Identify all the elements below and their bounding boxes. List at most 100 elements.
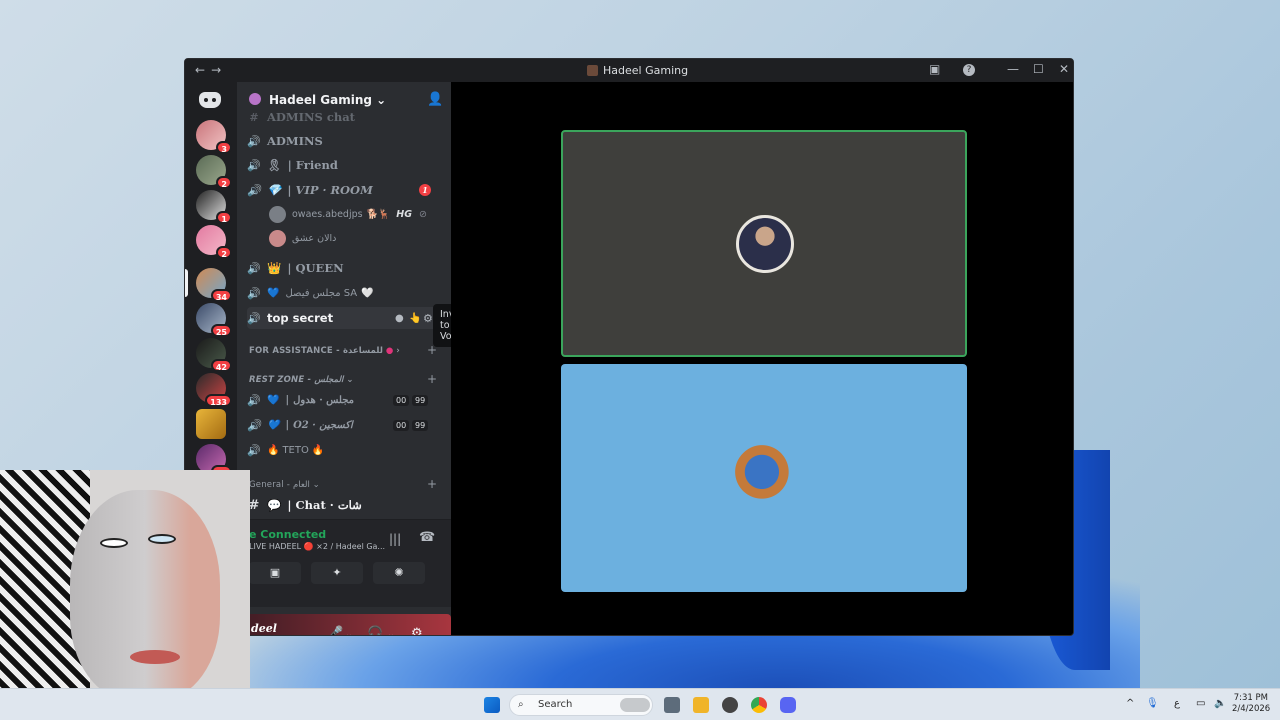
speaker-locked-icon: 🔊 xyxy=(247,158,261,172)
nav-arrows[interactable]: ←→ xyxy=(195,63,227,77)
add-channel-icon[interactable]: + xyxy=(427,372,437,386)
headphones-icon[interactable]: 🎧 xyxy=(367,626,383,635)
participant-avatar xyxy=(736,215,794,273)
noise-suppression-icon[interactable]: ||| xyxy=(389,532,401,546)
search-highlight-icon xyxy=(620,698,650,712)
speaker-locked-icon: 🔊 xyxy=(247,286,261,300)
forward-arrow-icon[interactable]: → xyxy=(211,63,227,77)
channel-admins-chat[interactable]: # ADMINS chat xyxy=(247,110,443,124)
app-icon[interactable] xyxy=(722,697,738,713)
channel-vip-room[interactable]: 🔊 💎 | VIP · ROOM 1 xyxy=(247,179,443,201)
inbox-icon[interactable]: ▣ xyxy=(929,62,940,76)
user-panel: deel voice 🎤 ⌄ 🎧 ⌄ ⚙ xyxy=(237,614,451,635)
fire-icon: 🔥 xyxy=(311,444,325,456)
fire-icon: 🔥 xyxy=(267,444,280,456)
dot-icon: ● xyxy=(385,346,394,356)
title-bar: ←→ Hadeel Gaming ▣ ? — ☐ ✕ xyxy=(185,59,1073,82)
task-view-icon[interactable] xyxy=(664,697,680,713)
speech-bubble-icon: 💬 xyxy=(267,498,282,512)
file-explorer-icon[interactable] xyxy=(693,697,709,713)
server-badge: 34 xyxy=(210,289,232,302)
chevron-up-icon[interactable]: ^ xyxy=(1126,698,1134,709)
server-name: Hadeel Gaming ⌄ xyxy=(269,93,387,107)
chrome-icon[interactable] xyxy=(751,697,767,713)
activities-icon: ✦ xyxy=(332,566,342,579)
voice-channel-name[interactable]: LIVE HADEEL 🔴 ×2 / Hadeel Ga... xyxy=(249,542,385,551)
help-icon[interactable]: ? xyxy=(963,64,975,76)
server-item-active[interactable]: 34 xyxy=(196,268,232,302)
user-limit: 99 xyxy=(412,395,429,406)
add-channel-icon[interactable]: + xyxy=(427,477,437,491)
chat-icon[interactable]: ● xyxy=(395,313,404,324)
category-rest-zone[interactable]: REST ZONE - المجلس ⌄ xyxy=(249,375,354,385)
volume-icon[interactable]: 🔈 xyxy=(1214,698,1226,709)
language-indicator[interactable]: ع xyxy=(1174,698,1180,709)
invite-people-icon[interactable]: 👤 xyxy=(427,92,443,107)
channel-admins[interactable]: 🔊 ADMINS xyxy=(247,130,443,152)
channel-majlis-faisal[interactable]: 🔊 💙 مجلس فيصل SA 🤍 xyxy=(247,282,443,304)
settings-gear-icon[interactable]: ⚙ xyxy=(411,626,423,635)
server-item[interactable]: 42 xyxy=(196,338,232,372)
channel-top-secret[interactable]: 🔊 top secret ● 👆 ⚙ xyxy=(247,307,443,329)
face xyxy=(70,490,220,700)
network-icon[interactable]: ▭ xyxy=(1196,698,1205,709)
close-button[interactable]: ✕ xyxy=(1059,62,1069,76)
minimize-button[interactable]: — xyxy=(1007,62,1019,76)
microphone-icon[interactable]: 🎙 xyxy=(1146,698,1159,709)
user-tag: HG xyxy=(396,208,412,220)
eye xyxy=(100,538,128,548)
channel-chat[interactable]: # 💬 | Chat · شات xyxy=(247,494,443,516)
system-clock[interactable]: 7:31 PM 2/4/2026 xyxy=(1232,693,1270,715)
invite-icon[interactable]: 👆 xyxy=(409,313,421,324)
server-icon xyxy=(587,65,598,76)
settings-gear-icon[interactable]: ⚙ xyxy=(423,312,433,325)
channel-queen[interactable]: 🔊 👑 | QUEEN xyxy=(247,257,443,279)
video-tile[interactable] xyxy=(561,364,967,592)
server-item[interactable] xyxy=(196,409,226,439)
voice-connection-panel: e Connected LIVE HADEEL 🔴 ×2 / Hadeel Ga… xyxy=(237,519,451,607)
video-tile-speaking[interactable] xyxy=(561,130,967,357)
server-item[interactable]: 2 xyxy=(196,155,232,189)
server-item[interactable]: 1 xyxy=(196,190,232,224)
chevron-down-icon[interactable]: ⌄ xyxy=(387,630,395,635)
back-arrow-icon[interactable]: ← xyxy=(195,63,211,77)
server-badge: 25 xyxy=(210,324,232,337)
category-assistance[interactable]: FOR ASSISTANCE - للمساعدة ● › xyxy=(249,346,400,356)
search-placeholder: Search xyxy=(538,699,573,710)
channel-friend[interactable]: 🔊 🎗 | Friend xyxy=(247,154,443,176)
soundboard-button[interactable]: ✺ xyxy=(373,562,425,584)
server-icon xyxy=(249,93,261,105)
server-item[interactable]: 25 xyxy=(196,303,232,337)
crown-icon: 👑 xyxy=(267,261,282,275)
server-item[interactable]: 133 xyxy=(196,373,232,407)
category-general[interactable]: General - العام ⌄ xyxy=(249,480,320,490)
activities-button[interactable]: ✦ xyxy=(311,562,363,584)
muted-icon: ⊘ xyxy=(419,208,427,220)
server-item[interactable]: 2 xyxy=(196,225,232,259)
microphone-icon[interactable]: 🎤 xyxy=(327,626,343,635)
username[interactable]: deel xyxy=(251,622,277,635)
selected-server-indicator xyxy=(185,269,188,297)
screen-share-button[interactable]: ▣ xyxy=(249,562,301,584)
window-title-text: Hadeel Gaming xyxy=(603,64,689,77)
server-badge: 1 xyxy=(216,211,232,224)
disconnect-icon[interactable]: ☎ xyxy=(419,530,435,545)
server-badge: 3 xyxy=(216,141,232,154)
voice-user-dalan[interactable]: دالان عشق xyxy=(269,228,336,248)
invite-tooltip: Invite to Voice xyxy=(433,304,451,347)
user-count: 00 xyxy=(393,420,410,431)
server-item[interactable]: 3 xyxy=(196,120,232,154)
ribbon-icon: 🎗 xyxy=(267,158,282,172)
taskbar-search[interactable]: ⌕ Search xyxy=(509,694,653,716)
server-badge: 42 xyxy=(210,359,232,372)
discord-icon[interactable] xyxy=(780,697,796,713)
chevron-down-icon[interactable]: ⌄ xyxy=(345,630,353,635)
user-count: 00 xyxy=(393,395,410,406)
server-badge: 2 xyxy=(216,176,232,189)
voice-user-owaes[interactable]: owaes.abedjps 🐕🦌 HG ⊘ xyxy=(269,204,427,224)
discord-logo-icon[interactable] xyxy=(199,92,221,108)
server-badge: 133 xyxy=(205,394,232,407)
maximize-button[interactable]: ☐ xyxy=(1033,62,1044,76)
start-icon[interactable] xyxy=(484,697,500,713)
channel-teto[interactable]: 🔊 🔥 TETO 🔥 xyxy=(247,439,443,461)
